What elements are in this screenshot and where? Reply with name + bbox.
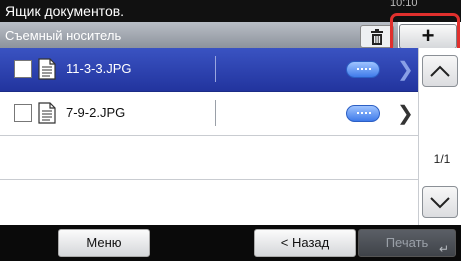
- file-list: 11-3-3.JPG ❯ 7-9-2.JPG ❯: [0, 48, 418, 225]
- empty-row: [0, 180, 418, 224]
- scroll-panel: 1/1: [418, 48, 461, 225]
- chevron-up-icon: [430, 65, 450, 77]
- file-name: 7-9-2.JPG: [66, 105, 126, 120]
- print-button[interactable]: Печать ↵: [358, 229, 456, 257]
- document-icon: [38, 102, 56, 124]
- trash-icon: [371, 28, 383, 45]
- file-checkbox[interactable]: [14, 60, 32, 78]
- chevron-right-icon[interactable]: ❯: [397, 57, 414, 82]
- file-checkbox[interactable]: [14, 104, 32, 122]
- add-button[interactable]: +: [399, 24, 457, 49]
- clock: 10:10: [390, 0, 418, 9]
- file-row[interactable]: 7-9-2.JPG ❯: [0, 92, 418, 136]
- file-row[interactable]: 11-3-3.JPG ❯: [0, 48, 418, 92]
- file-name: 11-3-3.JPG: [66, 61, 132, 76]
- title-bar: Ящик документов. 10:10: [0, 0, 461, 22]
- scroll-down-button[interactable]: [422, 186, 458, 218]
- footer-bar: Меню < Назад Печать ↵: [0, 225, 461, 261]
- delete-button[interactable]: [360, 25, 394, 48]
- details-button[interactable]: [346, 61, 380, 78]
- chevron-down-icon: [430, 197, 450, 209]
- scroll-up-button[interactable]: [422, 55, 458, 87]
- divider: [215, 56, 216, 82]
- menu-button[interactable]: Меню: [58, 229, 150, 257]
- location-bar: Съемный носитель: [0, 22, 398, 49]
- chevron-right-icon[interactable]: ❯: [397, 101, 414, 126]
- back-button[interactable]: < Назад: [254, 229, 356, 257]
- print-label: Печать: [385, 235, 429, 250]
- details-button[interactable]: [346, 105, 380, 122]
- enter-icon: ↵: [438, 242, 449, 256]
- window-title: Ящик документов.: [5, 3, 125, 19]
- document-icon: [38, 58, 56, 80]
- location-label: Съемный носитель: [5, 28, 122, 43]
- page-indicator: 1/1: [433, 152, 451, 166]
- empty-row: [0, 136, 418, 180]
- divider: [215, 100, 216, 126]
